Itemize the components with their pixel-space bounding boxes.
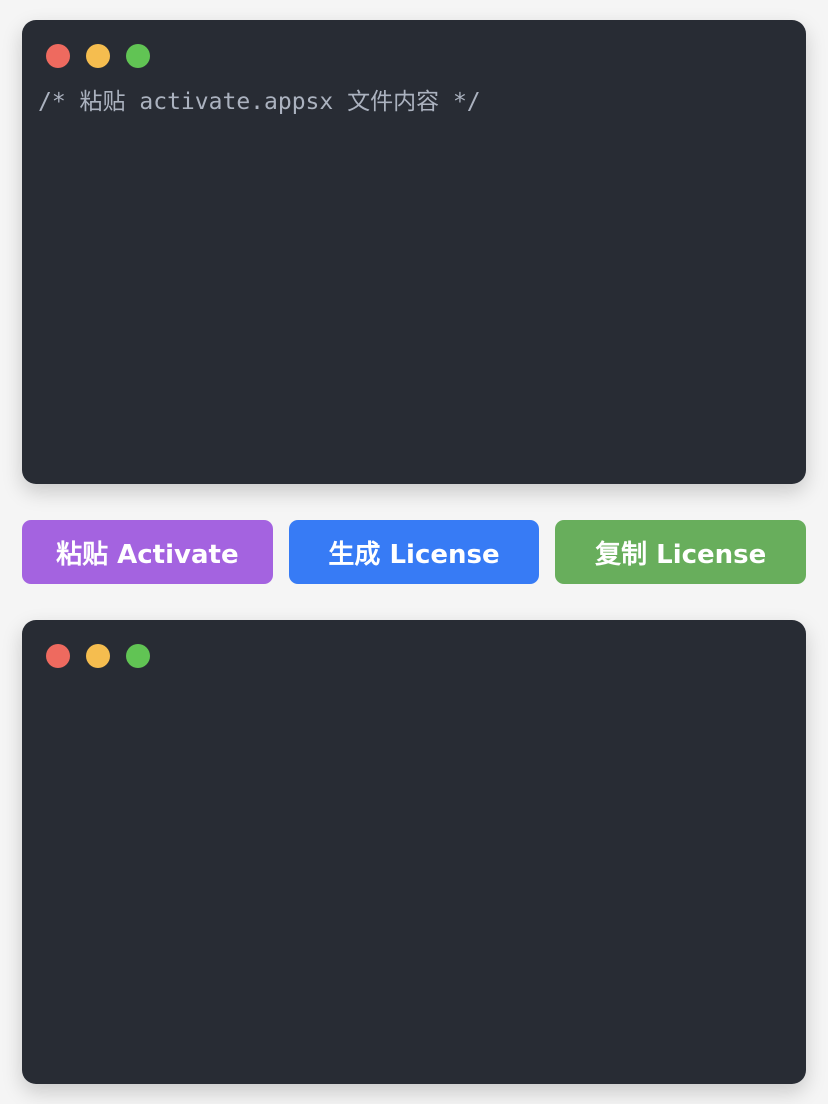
action-buttons: 粘贴 Activate 生成 License 复制 License — [22, 520, 807, 584]
minimize-dot-icon — [86, 644, 110, 668]
window-controls — [46, 44, 150, 68]
minimize-dot-icon — [86, 44, 110, 68]
input-editor-window — [22, 20, 806, 484]
close-dot-icon — [46, 644, 70, 668]
window-controls — [46, 644, 150, 668]
close-dot-icon — [46, 44, 70, 68]
maximize-dot-icon — [126, 44, 150, 68]
maximize-dot-icon — [126, 644, 150, 668]
generate-license-button[interactable]: 生成 License — [288, 520, 540, 584]
copy-license-button[interactable]: 复制 License — [555, 520, 807, 584]
output-editor-window — [22, 620, 806, 1084]
paste-activate-button[interactable]: 粘贴 Activate — [22, 520, 273, 584]
activate-input-textarea[interactable] — [38, 86, 790, 468]
license-output-textarea[interactable] — [38, 686, 790, 1068]
